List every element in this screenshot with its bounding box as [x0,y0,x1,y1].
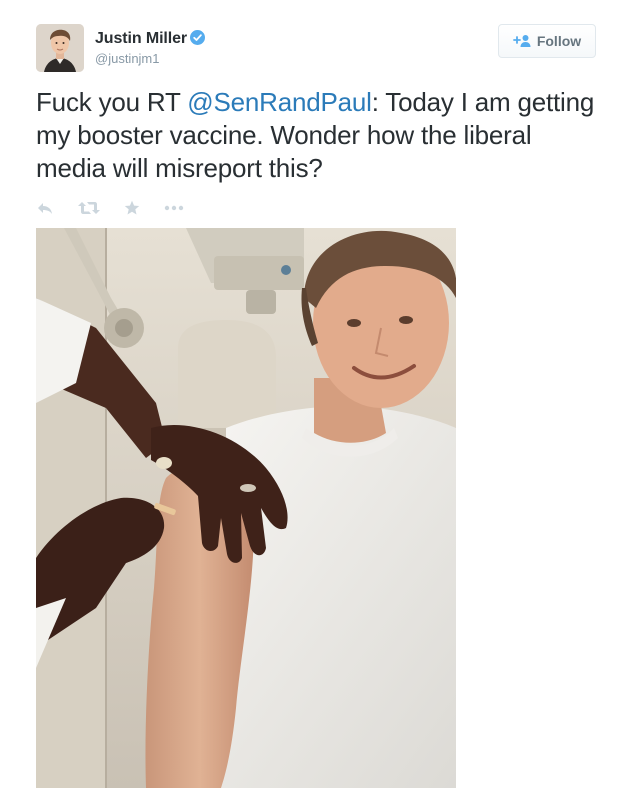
more-dots-icon[interactable] [164,205,184,211]
follow-button[interactable]: Follow [498,24,596,58]
tweet-header: Justin Miller @justinjm1 Follow [36,22,596,74]
tweet-prefix: Fuck you RT [36,87,188,117]
tweet-photo[interactable] [36,228,456,788]
mention-link[interactable]: @SenRandPaul [187,87,372,117]
display-name[interactable]: Justin Miller [95,30,187,47]
reply-icon[interactable] [36,201,54,215]
tweet-actions [36,198,208,218]
favorite-star-icon[interactable] [124,200,140,216]
tweet-text: Fuck you RT @SenRandPaul: Today I am get… [36,86,606,185]
user-handle[interactable]: @justinjm1 [95,51,205,66]
retweet-icon[interactable] [78,201,100,215]
verified-badge-icon [190,30,206,45]
avatar[interactable] [36,24,84,72]
user-info: Justin Miller @justinjm1 [95,30,206,66]
add-user-icon [512,34,531,48]
follow-label: Follow [536,33,582,49]
